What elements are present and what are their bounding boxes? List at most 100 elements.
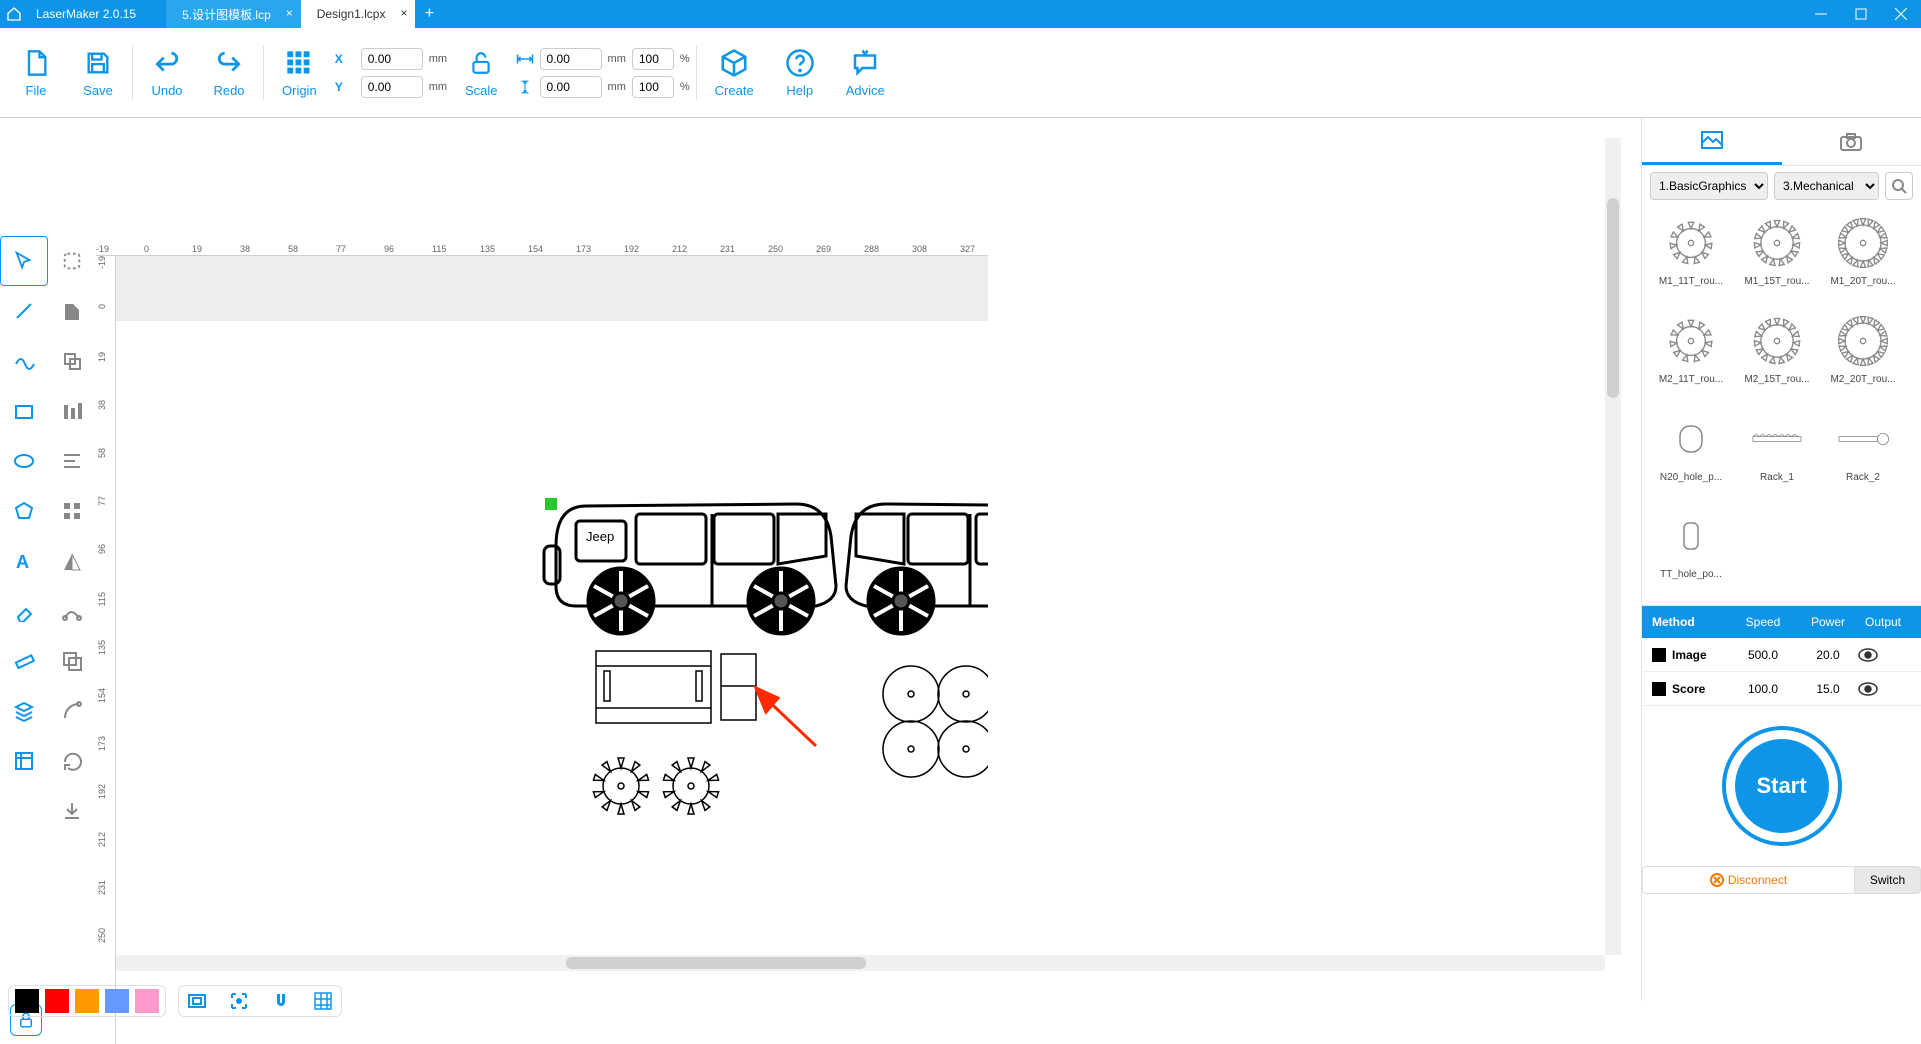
layer-table: Method Speed Power Output Image 500.0 20…	[1642, 606, 1921, 1001]
palette-swatch[interactable]	[105, 989, 129, 1013]
library-item[interactable]: M2_11T_rou...	[1648, 308, 1734, 406]
layers-tool[interactable]	[0, 686, 48, 736]
library-item[interactable]: M2_20T_rou...	[1820, 308, 1906, 406]
scrollbar-horizontal[interactable]	[116, 955, 1605, 971]
close-icon[interactable]: ×	[286, 6, 293, 20]
scale-button[interactable]: Scale	[453, 39, 510, 106]
width-input[interactable]	[540, 48, 602, 70]
x-input[interactable]	[361, 48, 423, 70]
export-tool[interactable]	[48, 786, 96, 836]
advice-button[interactable]: Advice	[834, 39, 897, 106]
separator	[132, 45, 133, 100]
palette-swatch[interactable]	[75, 989, 99, 1013]
size-coords: mm % mm %	[516, 48, 690, 98]
close-icon[interactable]: ×	[400, 6, 407, 20]
erase-tool[interactable]	[0, 586, 48, 636]
home-icon[interactable]	[0, 0, 28, 28]
unit-mm: mm	[608, 53, 626, 65]
duplicate-tool[interactable]	[48, 336, 96, 386]
library-thumb	[1662, 507, 1720, 565]
text-tool[interactable]: A	[0, 536, 48, 586]
layer-row[interactable]: Score 100.0 15.0	[1642, 672, 1921, 706]
fit-view-icon[interactable]	[185, 989, 209, 1013]
disconnect-button[interactable]: Disconnect	[1642, 866, 1855, 894]
polygon-tool[interactable]	[0, 486, 48, 536]
ruler-tick: 154	[97, 688, 107, 703]
library-item[interactable]: M1_11T_rou...	[1648, 210, 1734, 308]
rect-tool[interactable]	[0, 386, 48, 436]
snap-icon[interactable]	[269, 989, 293, 1013]
left-toolbox: A	[0, 236, 96, 1044]
scale-x-input[interactable]	[632, 48, 674, 70]
curve-tool[interactable]	[0, 336, 48, 386]
palette-swatch[interactable]	[15, 989, 39, 1013]
tab-camera[interactable]	[1782, 118, 1921, 165]
tab-file-0[interactable]: 5.设计图模板.lcp ×	[166, 0, 301, 28]
close-window-icon[interactable]	[1881, 0, 1921, 28]
library-item[interactable]: M2_15T_rou...	[1734, 308, 1820, 406]
search-icon[interactable]	[1885, 172, 1913, 200]
help-button[interactable]: Help	[772, 39, 828, 106]
layer-row[interactable]: Image 500.0 20.0	[1642, 638, 1921, 672]
library-item[interactable]: M1_15T_rou...	[1734, 210, 1820, 308]
palette-swatch[interactable]	[45, 989, 69, 1013]
undo-button[interactable]: Undo	[139, 39, 195, 106]
line-tool[interactable]	[0, 286, 48, 336]
tab-library[interactable]	[1642, 118, 1782, 165]
redo-button[interactable]: Redo	[201, 39, 257, 106]
path-edit-tool[interactable]	[48, 586, 96, 636]
select-tool[interactable]	[0, 236, 48, 286]
scrollbar-thumb[interactable]	[566, 957, 866, 969]
ruler-tick: 38	[97, 400, 107, 410]
ruler-tick: 173	[97, 736, 107, 751]
view-buttons	[178, 985, 342, 1017]
artboard-tool[interactable]	[0, 736, 48, 786]
distribute-tool[interactable]	[48, 436, 96, 486]
marquee-tool[interactable]	[48, 236, 96, 286]
library-item[interactable]: TT_hole_po...	[1648, 503, 1734, 601]
origin-button[interactable]: Origin	[270, 39, 329, 106]
boolean-tool[interactable]	[48, 636, 96, 686]
zoom-selection-icon[interactable]	[227, 989, 251, 1013]
rotate-tool[interactable]	[48, 736, 96, 786]
library-thumb	[1662, 214, 1720, 272]
layer-output-icon[interactable]	[1858, 682, 1908, 696]
height-input[interactable]	[540, 76, 602, 98]
ellipse-tool[interactable]	[0, 436, 48, 486]
library-item[interactable]: N20_hole_p...	[1648, 406, 1734, 504]
tab-file-1[interactable]: Design1.lcpx ×	[301, 0, 416, 28]
start-button[interactable]: Start	[1722, 726, 1842, 846]
save-button[interactable]: Save	[70, 39, 126, 106]
trace-tool[interactable]	[48, 686, 96, 736]
create-button[interactable]: Create	[703, 39, 766, 106]
ruler-tick: 58	[288, 244, 298, 254]
grid-icon[interactable]	[311, 989, 335, 1013]
library-thumb	[1834, 214, 1892, 272]
library-item[interactable]: Rack_1	[1734, 406, 1820, 504]
layer-output-icon[interactable]	[1858, 648, 1908, 662]
palette-swatch[interactable]	[135, 989, 159, 1013]
maximize-icon[interactable]	[1841, 0, 1881, 28]
ruler-tick: 0	[97, 304, 107, 309]
cube-icon	[718, 47, 750, 79]
y-input[interactable]	[361, 76, 423, 98]
canvas[interactable]: Jeep Jeep	[116, 256, 988, 866]
mirror-tool[interactable]	[48, 536, 96, 586]
scale-y-input[interactable]	[632, 76, 674, 98]
library-item[interactable]: Rack_2	[1820, 406, 1906, 504]
align-tool[interactable]	[48, 386, 96, 436]
minimize-icon[interactable]	[1801, 0, 1841, 28]
add-tab-button[interactable]: +	[415, 0, 443, 28]
file-button[interactable]: File	[8, 39, 64, 106]
grid-array-tool[interactable]	[48, 486, 96, 536]
shape-fill-tool[interactable]	[48, 286, 96, 336]
library-item-name: M2_15T_rou...	[1744, 374, 1809, 385]
scrollbar-thumb[interactable]	[1607, 198, 1619, 398]
scrollbar-vertical[interactable]	[1605, 138, 1621, 955]
measure-tool[interactable]	[0, 636, 48, 686]
switch-button[interactable]: Switch	[1855, 866, 1921, 894]
library-item[interactable]: M1_20T_rou...	[1820, 210, 1906, 308]
library-select-1[interactable]: 1.BasicGraphics	[1650, 172, 1768, 200]
unit-mm: mm	[429, 81, 447, 93]
library-select-2[interactable]: 3.Mechanical	[1774, 172, 1879, 200]
